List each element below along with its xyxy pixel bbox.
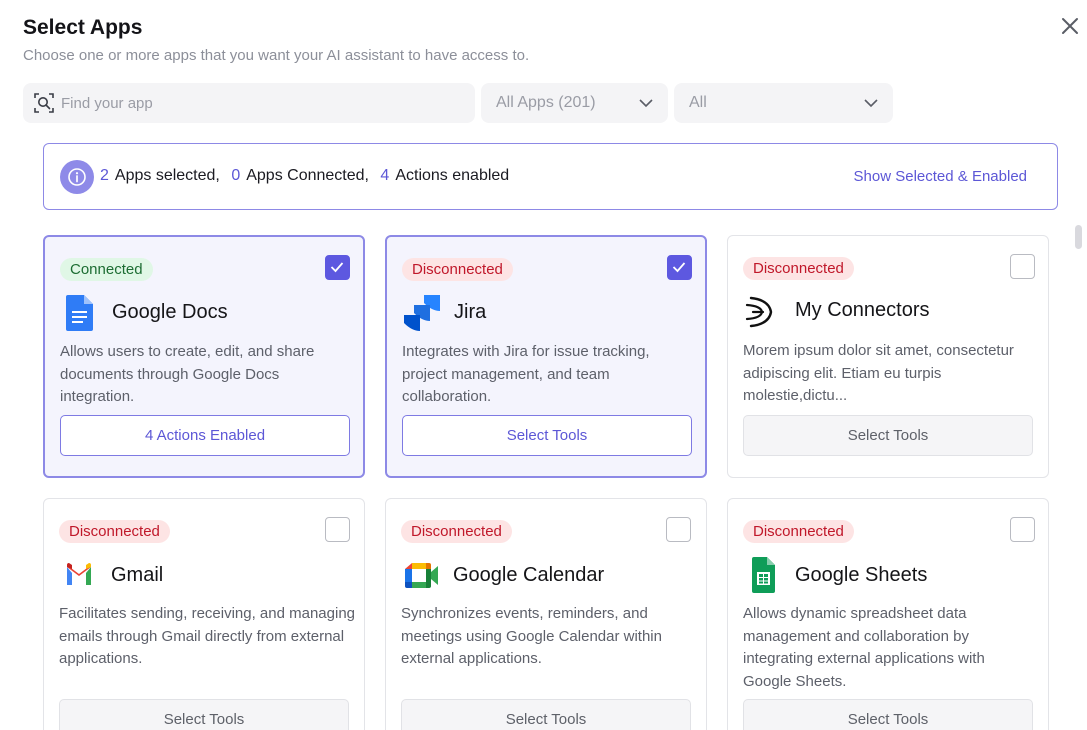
- jira-icon: [402, 293, 442, 333]
- select-checkbox[interactable]: [667, 255, 692, 280]
- actions-enabled-count: 4: [380, 167, 390, 184]
- apps-selected-count: 2: [100, 167, 109, 184]
- close-button[interactable]: [1059, 15, 1081, 37]
- app-description: Allows dynamic spreadsheet data manageme…: [743, 605, 985, 691]
- apps-connected-count: 0: [231, 167, 241, 184]
- chevron-down-icon: [639, 99, 653, 108]
- app-description: Allows users to create, edit, and share …: [60, 343, 315, 406]
- app-card-gmail[interactable]: Disconnected Gmail Facilitates sending, …: [43, 498, 365, 730]
- dialog-title: Select Apps: [23, 16, 143, 39]
- app-description: Synchronizes events, reminders, and meet…: [401, 605, 662, 668]
- select-tools-button[interactable]: Select Tools: [401, 699, 691, 730]
- checkmark-icon: [672, 262, 686, 273]
- apps-connected-label: Apps Connected,: [246, 167, 369, 184]
- app-name: Google Sheets: [795, 564, 928, 586]
- select-checkbox[interactable]: [325, 517, 350, 542]
- app-card-google-sheets[interactable]: Disconnected Google Sheets Allows dynami…: [727, 498, 1049, 730]
- select-tools-button[interactable]: Select Tools: [59, 699, 349, 730]
- app-description: Facilitates sending, receiving, and mana…: [59, 605, 356, 668]
- app-card-jira[interactable]: Disconnected Jira Integrates with Jira f…: [385, 235, 707, 478]
- scrollbar-thumb[interactable]: [1075, 225, 1082, 249]
- select-checkbox[interactable]: [325, 255, 350, 280]
- status-badge: Disconnected: [743, 520, 854, 543]
- category-dropdown[interactable]: All Apps (201): [481, 83, 668, 123]
- apps-selected-label: Apps selected,: [114, 167, 220, 184]
- app-name: Jira: [454, 301, 487, 323]
- dialog-subtitle: Choose one or more apps that you want yo…: [23, 47, 530, 64]
- actions-enabled-label: Actions enabled: [395, 167, 510, 184]
- app-card-google-docs[interactable]: Connected Google Docs Allows users to cr…: [43, 235, 365, 478]
- close-icon[interactable]: [1059, 15, 1081, 37]
- select-checkbox[interactable]: [666, 517, 691, 542]
- category-dropdown-value: All Apps (201): [496, 94, 596, 111]
- app-name: Gmail: [111, 564, 164, 586]
- status-dropdown-value: All: [689, 94, 707, 111]
- google-calendar-icon: [401, 555, 441, 595]
- status-badge: Disconnected: [743, 257, 854, 280]
- checkmark-icon: [330, 262, 344, 273]
- app-name: Google Calendar: [453, 564, 605, 586]
- status-badge: Disconnected: [402, 258, 513, 281]
- chevron-down-icon: [864, 99, 878, 108]
- select-checkbox[interactable]: [1010, 517, 1035, 542]
- status-dropdown[interactable]: All: [674, 83, 893, 123]
- selection-summary-banner: 2 Apps selected, 0 Apps Connected, 4 Action…: [43, 143, 1058, 210]
- status-badge: Connected: [60, 258, 153, 281]
- actions-enabled-button[interactable]: 4 Actions Enabled: [60, 415, 350, 456]
- summary-stats: 2 Apps selected, 0 Apps Connected, 4 Action…: [100, 167, 516, 185]
- select-tools-button[interactable]: Select Tools: [743, 699, 1033, 730]
- my-connectors-icon: [743, 292, 783, 332]
- show-selected-link[interactable]: Show Selected & Enabled: [854, 168, 1027, 185]
- info-icon: [60, 160, 94, 194]
- app-description: Morem ipsum dolor sit amet, consectetur …: [743, 342, 1014, 405]
- google-sheets-icon: [748, 555, 788, 595]
- select-tools-button[interactable]: Select Tools: [402, 415, 692, 456]
- status-badge: Disconnected: [59, 520, 170, 543]
- app-card-google-calendar[interactable]: Disconnected Google Calendar Synchronize…: [385, 498, 707, 730]
- select-tools-button[interactable]: Select Tools: [743, 415, 1033, 456]
- app-name: Google Docs: [112, 301, 228, 323]
- app-description: Integrates with Jira for issue tracking,…: [402, 343, 650, 406]
- status-badge: Disconnected: [401, 520, 512, 543]
- app-name: My Connectors: [795, 299, 930, 321]
- select-checkbox[interactable]: [1010, 254, 1035, 279]
- gmail-icon: [59, 555, 99, 595]
- search-input[interactable]: [61, 83, 461, 123]
- app-card-my-connectors[interactable]: Disconnected My Connectors Morem ipsum d…: [727, 235, 1049, 478]
- search-box[interactable]: [23, 83, 475, 123]
- google-docs-icon: [60, 293, 100, 333]
- search-icon: [34, 93, 54, 113]
